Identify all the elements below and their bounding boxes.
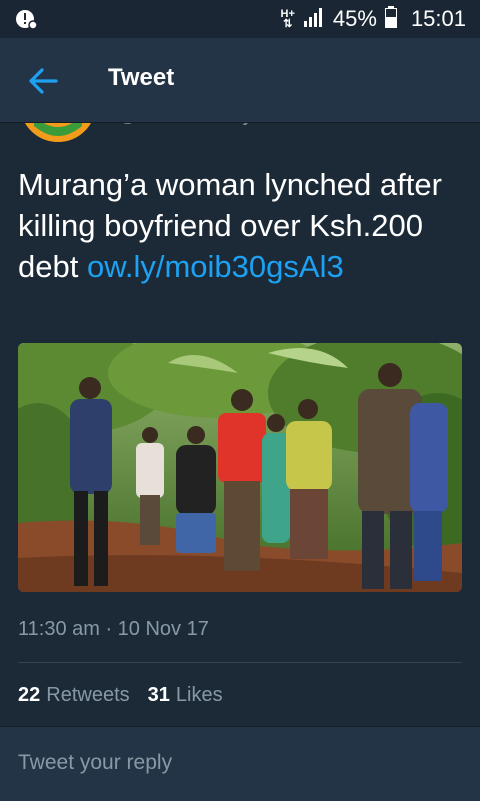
arrow-left-icon[interactable]	[26, 64, 60, 98]
network-type-indicator: H+ ⇅	[280, 8, 295, 30]
tweet-photo[interactable]	[18, 343, 462, 592]
divider	[18, 662, 462, 663]
notification-icon	[14, 8, 38, 35]
likes-count: 31	[147, 684, 170, 706]
battery-percent: 45%	[332, 6, 377, 31]
likes-stat[interactable]: 31 Likes	[148, 684, 223, 707]
status-bar: H+ ⇅ 45% 15:01	[0, 0, 480, 38]
tweet-link[interactable]: ow.ly/moib30gsAl3	[87, 249, 344, 284]
likes-label: Likes	[175, 684, 223, 706]
tweet-timestamp: 11:30 am · 10 Nov 17	[18, 618, 209, 640]
signal-icon	[303, 7, 325, 32]
retweets-count: 22	[18, 684, 41, 706]
tweet-stats: 22 Retweets 31 Likes	[18, 684, 223, 707]
reply-input[interactable]: Tweet your reply	[18, 751, 172, 775]
app-bar: Tweet	[0, 38, 480, 123]
battery-icon	[384, 5, 397, 33]
tweet-text: Murang’a woman lynched after killing boy…	[18, 164, 458, 287]
status-clock: 15:01	[410, 6, 466, 31]
retweets-label: Retweets	[46, 684, 130, 706]
page-title: Tweet	[108, 64, 175, 91]
retweets-stat[interactable]: 22 Retweets	[18, 684, 130, 707]
reply-bar: Tweet your reply	[0, 726, 480, 801]
